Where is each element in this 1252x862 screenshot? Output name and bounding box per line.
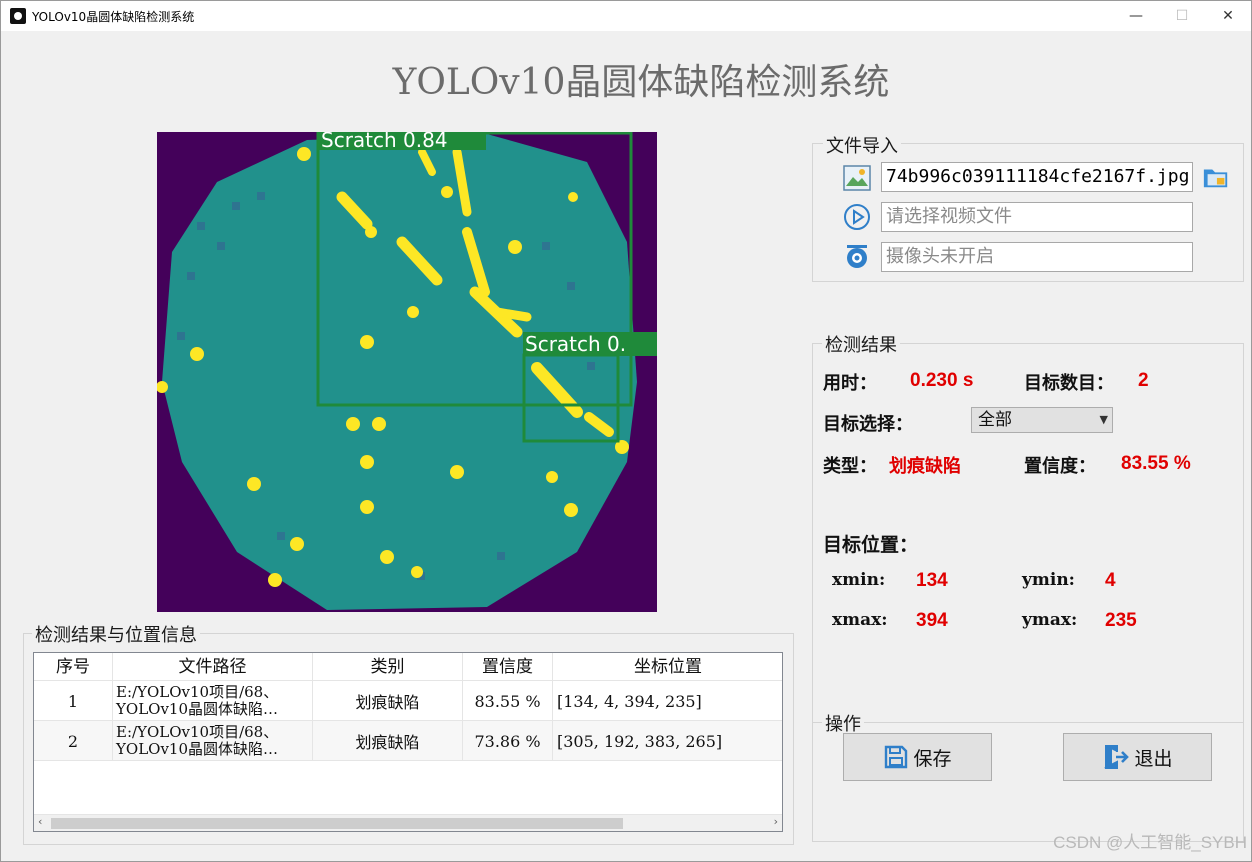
- results-table[interactable]: 序号 文件路径 类别 置信度 坐标位置 1 E:/YOLOv10项目/68、 Y…: [33, 652, 783, 832]
- type-label: 类型：: [823, 456, 877, 477]
- time-label: 用时：: [823, 373, 877, 394]
- save-label: 保存: [913, 747, 952, 770]
- file-import-title: 文件导入: [823, 132, 901, 158]
- cell-confidence: 73.86 %: [463, 721, 553, 761]
- col-header-path[interactable]: 文件路径: [113, 653, 313, 681]
- target-select-dropdown[interactable]: 全部 ▼: [971, 407, 1113, 433]
- table-row[interactable]: 1 E:/YOLOv10项目/68、 YOLOv10晶圆体缺陷… 划痕缺陷 83…: [34, 681, 782, 721]
- type-value: 划痕缺陷: [889, 456, 961, 476]
- detection-image-view: Scratch 0.84 Scratch 0.: [157, 132, 657, 612]
- confidence-label: 置信度：: [1024, 456, 1096, 477]
- time-value: 0.230 s: [910, 370, 974, 391]
- count-label: 目标数目：: [1024, 373, 1114, 394]
- video-file-field[interactable]: 请选择视频文件: [881, 202, 1193, 232]
- folder-open-icon[interactable]: [1202, 163, 1230, 191]
- watermark: CSDN @人工智能_SYBH: [1053, 833, 1247, 852]
- target-select-label: 目标选择：: [823, 414, 913, 435]
- cell-path-line1: E:/YOLOv10项目/68、: [116, 723, 279, 741]
- cell-class: 划痕缺陷: [313, 721, 463, 761]
- video-play-icon[interactable]: [843, 203, 871, 231]
- cell-confidence: 83.55 %: [463, 681, 553, 721]
- detection-label-2: Scratch 0.: [525, 332, 626, 356]
- scrollbar-thumb[interactable]: [51, 818, 623, 829]
- col-header-index[interactable]: 序号: [34, 653, 113, 681]
- cell-path: E:/YOLOv10项目/68、 YOLOv10晶圆体缺陷…: [113, 721, 313, 761]
- app-icon: [10, 8, 26, 24]
- cell-coords: [305, 192, 383, 265]: [553, 721, 782, 761]
- save-button[interactable]: 保存: [843, 733, 992, 781]
- scroll-right-icon[interactable]: ›: [774, 815, 778, 828]
- camera-status-field[interactable]: 摄像头未开启: [881, 242, 1193, 272]
- maximize-button[interactable]: ☐: [1159, 1, 1205, 31]
- window-title: YOLOv10晶圆体缺陷检测系统: [32, 9, 195, 24]
- cell-class: 划痕缺陷: [313, 681, 463, 721]
- scroll-left-icon[interactable]: ‹: [38, 815, 42, 828]
- cell-index: 1: [34, 681, 113, 721]
- count-value: 2: [1138, 370, 1149, 391]
- app-heading: YOLOv10晶圆体缺陷检测系统: [392, 62, 890, 103]
- target-select-value: 全部: [978, 410, 1012, 430]
- xmax-label: xmax:: [832, 610, 888, 630]
- xmin-value: 134: [916, 570, 948, 591]
- exit-button[interactable]: 退出: [1063, 733, 1212, 781]
- xmax-value: 394: [916, 610, 948, 631]
- cell-path-line1: E:/YOLOv10项目/68、: [116, 683, 279, 701]
- app-window: YOLOv10晶圆体缺陷检测系统 — ☐ ✕ YOLOv10晶圆体缺陷检测系统: [0, 0, 1252, 862]
- cell-coords: [134, 4, 394, 235]: [553, 681, 782, 721]
- ymax-label: ymax:: [1022, 610, 1078, 630]
- cell-path-line2: YOLOv10晶圆体缺陷…: [116, 700, 279, 718]
- cell-index: 2: [34, 721, 113, 761]
- detection-label-1: Scratch 0.84: [321, 132, 448, 152]
- results-title: 检测结果: [822, 331, 900, 357]
- chevron-down-icon: ▼: [1099, 413, 1108, 426]
- ymax-value: 235: [1105, 610, 1137, 631]
- xmin-label: xmin:: [832, 570, 886, 590]
- col-header-confidence[interactable]: 置信度: [463, 653, 553, 681]
- horizontal-scrollbar[interactable]: ‹ ›: [34, 814, 782, 831]
- col-header-coords[interactable]: 坐标位置: [553, 653, 782, 681]
- cell-path-line2: YOLOv10晶圆体缺陷…: [116, 740, 279, 758]
- image-file-icon[interactable]: [843, 164, 871, 192]
- title-bar: YOLOv10晶圆体缺陷检测系统 — ☐ ✕: [1, 1, 1251, 31]
- cell-path: E:/YOLOv10项目/68、 YOLOv10晶圆体缺陷…: [113, 681, 313, 721]
- table-row[interactable]: 2 E:/YOLOv10项目/68、 YOLOv10晶圆体缺陷… 划痕缺陷 73…: [34, 721, 782, 761]
- ymin-label: ymin:: [1022, 570, 1075, 590]
- table-title: 检测结果与位置信息: [32, 621, 200, 647]
- image-path-field[interactable]: 74b996c039111184cfe2167f.jpg: [881, 162, 1193, 192]
- confidence-value: 83.55 %: [1121, 453, 1191, 474]
- minimize-button[interactable]: —: [1113, 1, 1159, 31]
- save-icon: [885, 745, 908, 769]
- wafer-image: Scratch 0.84 Scratch 0.: [157, 132, 657, 612]
- exit-icon: [1105, 745, 1130, 769]
- col-header-class[interactable]: 类别: [313, 653, 463, 681]
- close-button[interactable]: ✕: [1205, 1, 1251, 31]
- exit-label: 退出: [1134, 747, 1173, 770]
- ymin-value: 4: [1105, 570, 1116, 591]
- camera-icon[interactable]: [843, 243, 871, 271]
- position-label: 目标位置：: [823, 534, 919, 556]
